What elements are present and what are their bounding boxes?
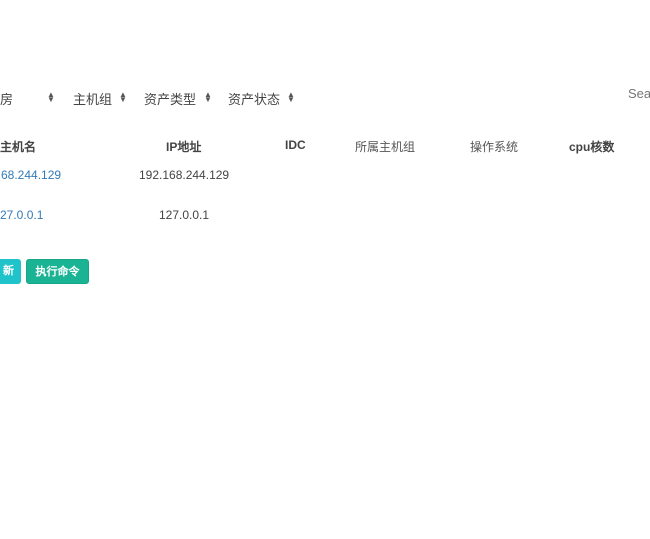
sort-icon[interactable]: ▲ ▼ <box>287 91 295 104</box>
header-ip: IP地址 <box>166 140 202 154</box>
ip-cell: 192.168.244.129 <box>139 168 230 182</box>
header-hostname: 主机名 <box>0 140 37 154</box>
hostname-link[interactable]: 68.244.129 <box>1 168 61 182</box>
header-os: 操作系统 <box>470 140 519 154</box>
header-idc: IDC <box>285 138 306 152</box>
filter-idc[interactable]: 房 <box>0 89 13 108</box>
filter-host-group[interactable]: 主机组 <box>73 89 112 108</box>
search-input[interactable] <box>624 86 650 101</box>
execute-command-button[interactable]: 执行命令 <box>26 259 89 284</box>
filter-asset-status[interactable]: 资产状态 <box>228 89 280 108</box>
header-cpu: cpu核数 <box>569 140 615 154</box>
hostname-link[interactable]: 27.0.0.1 <box>0 208 43 222</box>
sort-icon[interactable]: ▲ ▼ <box>119 91 127 104</box>
filter-asset-type[interactable]: 资产类型 <box>144 89 196 108</box>
sort-icon[interactable]: ▲ ▼ <box>47 91 55 104</box>
header-host-group: 所属主机组 <box>355 140 416 154</box>
ip-cell: 127.0.0.1 <box>159 208 210 222</box>
sort-icon[interactable]: ▲ ▼ <box>204 91 212 104</box>
update-button[interactable]: 新 <box>0 259 21 284</box>
